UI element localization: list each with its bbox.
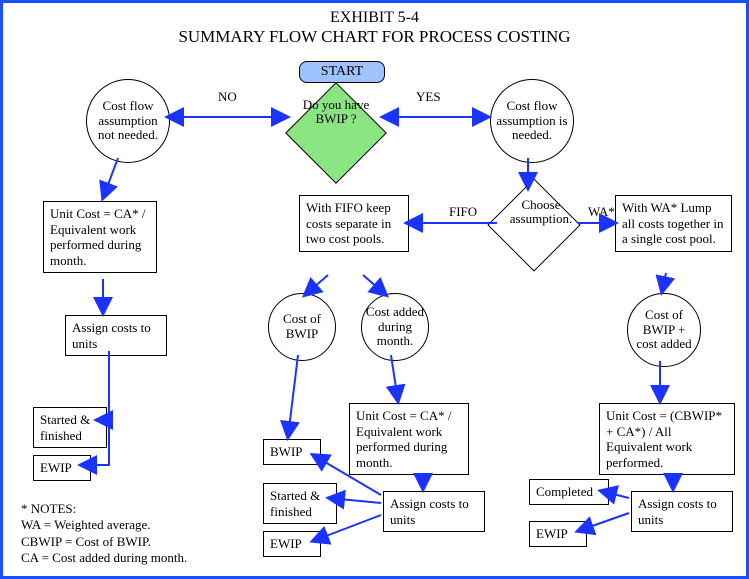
assign-fifo: Assign costs to units	[383, 491, 485, 532]
notes-l3: CA = Cost added during month.	[21, 550, 187, 565]
edge-no: NO	[218, 89, 237, 105]
assign-wa: Assign costs to units	[631, 491, 733, 532]
cost-added-label: Cost added during month.	[365, 305, 425, 350]
cost-added: Cost added during month.	[361, 293, 429, 361]
cf-not-needed-label: Cost flow assumption not needed.	[90, 99, 166, 144]
notes-l1: WA = Weighted average.	[21, 517, 151, 532]
exhibit-title: SUMMARY FLOW CHART FOR PROCESS COSTING	[3, 27, 746, 47]
exhibit-number: EXHIBIT 5-4	[3, 9, 746, 27]
started-finished-no-bwip: Started & finished	[33, 407, 107, 448]
cost-bwip-plus: Cost of BWIP + cost added	[627, 293, 701, 367]
assign-no-bwip: Assign costs to units	[65, 315, 167, 356]
completed: Completed	[529, 479, 609, 505]
decision-assumption-label: Choose assumption.	[501, 198, 581, 227]
cost-bwip-plus-label: Cost of BWIP + cost added	[631, 308, 697, 353]
cf-needed: Cost flow assumption is needed.	[490, 79, 574, 163]
started-finished-fifo: Started & finished	[263, 483, 337, 524]
cf-needed-label: Cost flow assumption is needed.	[494, 99, 570, 144]
bwip-box: BWIP	[263, 439, 321, 465]
wa-lump: With WA* Lump all costs together in a si…	[615, 195, 732, 252]
ewip-fifo: EWIP	[263, 531, 321, 557]
notes-title: * NOTES:	[21, 501, 76, 516]
ewip-no-bwip: EWIP	[33, 455, 91, 481]
ewip-wa: EWIP	[529, 521, 587, 547]
edge-yes: YES	[416, 89, 441, 105]
unit-cost-wa: Unit Cost = (CBWIP* + CA*) / All Equival…	[599, 403, 735, 475]
notes-block: * NOTES: WA = Weighted average. CBWIP = …	[21, 501, 187, 566]
cost-of-bwip-label: Cost of BWIP	[272, 312, 332, 342]
unit-cost-fifo: Unit Cost = CA* / Equivalent work perfor…	[349, 403, 469, 475]
unit-cost-no-bwip: Unit Cost = CA* / Equivalent work perfor…	[43, 201, 157, 273]
start-node: START	[299, 61, 385, 83]
edge-wa: WA*	[588, 204, 615, 220]
cf-not-needed: Cost flow assumption not needed.	[86, 79, 170, 163]
fifo-split: With FIFO keep costs separate in two cos…	[299, 195, 409, 252]
edge-fifo: FIFO	[449, 204, 477, 220]
cost-of-bwip: Cost of BWIP	[268, 293, 336, 361]
decision-bwip-label: Do you have BWIP ?	[300, 98, 372, 127]
notes-l2: CBWIP = Cost of BWIP.	[21, 534, 151, 549]
